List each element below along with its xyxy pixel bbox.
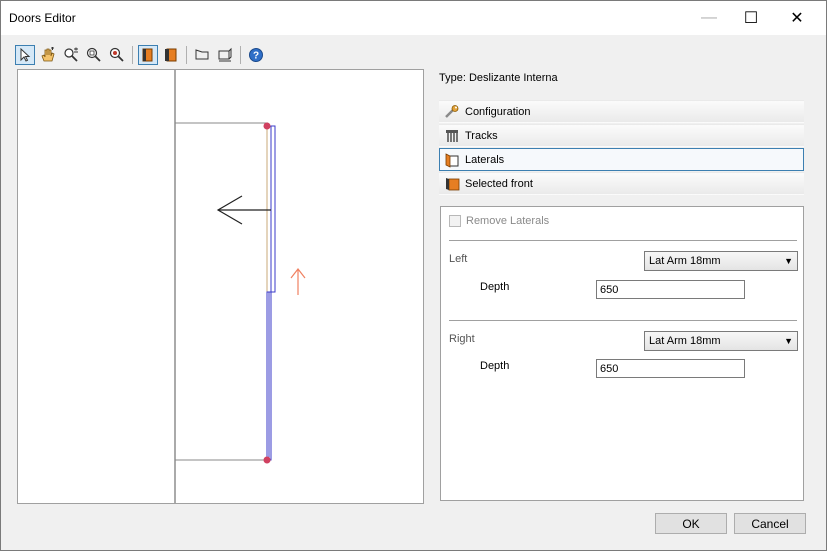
toolbar-separator <box>186 46 187 64</box>
tracks-icon <box>444 128 460 144</box>
bottom-marker[interactable] <box>263 456 271 464</box>
toolbar: ? <box>15 43 269 67</box>
zoom-in-out-icon <box>64 47 78 62</box>
section-tracks[interactable]: Tracks <box>439 124 804 147</box>
zoom-window-button[interactable] <box>84 45 104 65</box>
zoom-extents-button[interactable] <box>107 45 127 65</box>
title-bar[interactable]: Doors Editor — ☐ ✕ <box>1 1 826 35</box>
top-marker[interactable] <box>263 122 271 130</box>
doors-editor-window: Doors Editor — ☐ ✕ ? Type: Deslizante In… <box>0 0 827 551</box>
help-button[interactable]: ? <box>246 45 266 65</box>
section-configuration-label: Configuration <box>465 105 531 118</box>
help-icon: ? <box>249 48 263 62</box>
left-depth-label: Depth <box>480 281 510 293</box>
door-view-front-button[interactable] <box>138 45 158 65</box>
right-label: Right <box>449 333 475 345</box>
door-view-front-icon <box>142 48 153 62</box>
zoom-in-out-button[interactable] <box>61 45 81 65</box>
divider <box>449 320 797 321</box>
wrench-icon <box>444 104 460 120</box>
minimize-icon: — <box>701 9 717 26</box>
door-panel-upper[interactable] <box>266 125 272 293</box>
remove-laterals-label: Remove Laterals <box>466 215 550 227</box>
perspective-right-button[interactable] <box>215 45 235 65</box>
sliding-direction-arrow <box>290 268 306 295</box>
laterals-panel: Remove Laterals Left Lat Arm 18mm ▼ Dept… <box>440 206 804 501</box>
cancel-button[interactable]: Cancel <box>734 513 806 534</box>
left-profile-value: Lat Arm 18mm <box>649 255 721 267</box>
right-depth-label: Depth <box>480 360 510 372</box>
chevron-down-icon: ▼ <box>784 256 793 266</box>
select-arrow-icon <box>20 48 31 62</box>
divider <box>449 240 797 241</box>
laterals-icon <box>444 152 460 168</box>
svg-text:?: ? <box>253 51 259 62</box>
section-configuration[interactable]: Configuration <box>439 100 804 123</box>
section-laterals[interactable]: Laterals <box>439 148 804 171</box>
front-icon <box>444 176 460 192</box>
minimize-button[interactable]: — <box>686 1 732 35</box>
perspective-left-icon <box>195 49 209 60</box>
section-selected-front-label: Selected front <box>465 177 533 190</box>
pan-hand-button[interactable] <box>38 45 58 65</box>
select-arrow-button[interactable] <box>15 45 35 65</box>
right-profile-select[interactable]: Lat Arm 18mm ▼ <box>644 331 798 351</box>
drawing-canvas[interactable] <box>17 69 424 504</box>
right-profile-value: Lat Arm 18mm <box>649 335 721 347</box>
chevron-down-icon: ▼ <box>784 336 793 346</box>
perspective-right-icon <box>218 47 232 62</box>
opening-direction-arrow <box>216 195 271 225</box>
section-selected-front[interactable]: Selected front <box>439 172 804 195</box>
close-icon: ✕ <box>790 10 804 27</box>
left-profile-select[interactable]: Lat Arm 18mm ▼ <box>644 251 798 271</box>
perspective-left-button[interactable] <box>192 45 212 65</box>
door-view-side-icon <box>165 48 177 62</box>
maximize-button[interactable]: ☐ <box>728 1 774 35</box>
window-title: Doors Editor <box>9 11 76 25</box>
door-view-side-button[interactable] <box>161 45 181 65</box>
remove-laterals-checkbox[interactable] <box>449 215 461 227</box>
right-depth-input[interactable]: 650 <box>596 359 745 378</box>
zoom-extents-icon <box>109 47 124 62</box>
left-depth-input[interactable]: 650 <box>596 280 745 299</box>
toolbar-separator <box>240 46 241 64</box>
section-tracks-label: Tracks <box>465 129 498 142</box>
door-track-upper[interactable] <box>270 125 276 293</box>
toolbar-separator <box>132 46 133 64</box>
zoom-window-icon <box>86 47 101 62</box>
pan-hand-icon <box>41 47 55 62</box>
left-label: Left <box>449 253 468 265</box>
remove-laterals-row[interactable]: Remove Laterals <box>449 215 549 227</box>
door-drawing <box>174 70 306 503</box>
type-label: Type: Deslizante Interna <box>439 72 558 84</box>
ok-button[interactable]: OK <box>655 513 727 534</box>
maximize-icon: ☐ <box>743 10 759 27</box>
section-laterals-label: Laterals <box>465 153 505 166</box>
close-button[interactable]: ✕ <box>774 1 820 35</box>
